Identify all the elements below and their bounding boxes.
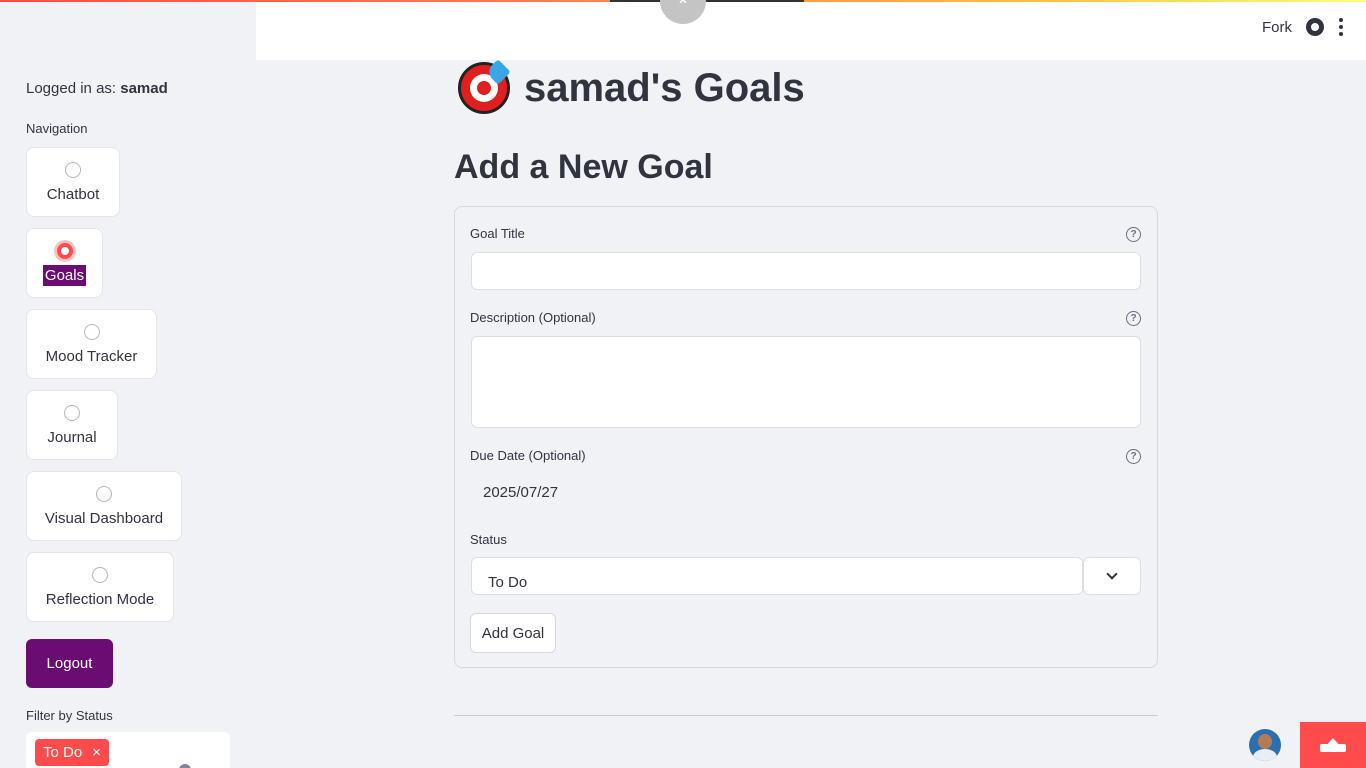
section-title: Add a New Goal: [454, 148, 713, 186]
streamlit-badge[interactable]: [1300, 722, 1366, 768]
help-icon[interactable]: ?: [1126, 311, 1141, 326]
nav-item-chatbot[interactable]: Chatbot: [26, 147, 120, 217]
filter-tag-to-do: To Do ×: [35, 739, 109, 766]
status-select[interactable]: To Do: [471, 557, 1083, 595]
goal-title-input[interactable]: [471, 252, 1141, 290]
github-icon[interactable]: [1306, 18, 1324, 36]
radio-icon[interactable]: [65, 162, 81, 178]
nav-item-label: Chatbot: [46, 186, 100, 203]
direct-hit-target-icon: [458, 59, 511, 114]
nav-item-label: Mood Tracker: [45, 348, 138, 365]
crown-icon: [1320, 738, 1346, 752]
radio-icon[interactable]: [92, 567, 108, 583]
divider: [454, 715, 1158, 716]
nav-item-label: Reflection Mode: [45, 591, 155, 608]
clear-filter-icon[interactable]: [179, 764, 191, 768]
goal-title-label: Goal Title: [470, 226, 525, 241]
radio-icon[interactable]: [96, 486, 112, 502]
help-icon[interactable]: ?: [1126, 227, 1141, 242]
due-date-label: Due Date (Optional): [470, 448, 586, 463]
add-goal-button[interactable]: Add Goal: [470, 613, 556, 653]
nav-item-label: Visual Dashboard: [44, 510, 164, 527]
description-textarea[interactable]: [471, 336, 1141, 428]
chevron-down-icon: [1106, 568, 1118, 580]
user-avatar[interactable]: [1249, 729, 1281, 761]
radio-icon[interactable]: [83, 324, 100, 340]
status-dropdown-toggle[interactable]: [1083, 557, 1141, 595]
status-multiselect[interactable]: To Do ×: [26, 732, 230, 768]
page-title: samad's Goals: [458, 59, 805, 114]
status-label: Status: [470, 532, 507, 547]
logged-in-text: Logged in as: samad: [26, 80, 168, 97]
navigation-label: Navigation: [26, 121, 88, 136]
nav-item-label: Goals: [42, 265, 87, 286]
logout-button[interactable]: Logout: [26, 639, 113, 688]
nav-item-journal[interactable]: Journal: [26, 390, 118, 460]
vertical-dots-icon[interactable]: [1338, 18, 1344, 36]
nav-item-label: Journal: [47, 429, 97, 446]
fork-link[interactable]: Fork: [1262, 19, 1292, 36]
due-date-input[interactable]: 2025/07/27: [483, 484, 558, 501]
nav-item-goals[interactable]: Goals: [26, 228, 103, 298]
add-goal-form: Goal Title ? Description (Optional) ? Du…: [454, 206, 1158, 668]
help-icon[interactable]: ?: [1126, 449, 1141, 464]
nav-item-mood-tracker[interactable]: Mood Tracker: [26, 309, 157, 379]
status-selected-value: To Do: [488, 574, 528, 591]
nav-item-visual-dashboard[interactable]: Visual Dashboard: [26, 471, 182, 541]
remove-tag-icon[interactable]: ×: [92, 744, 101, 761]
sidebar: Logged in as: samad Navigation Chatbot G…: [0, 0, 256, 768]
description-label: Description (Optional): [470, 310, 596, 325]
app-header: Fork: [256, 0, 1366, 60]
chevron-up-icon: ⌃: [676, 0, 690, 15]
radio-selected-icon[interactable]: [56, 243, 73, 259]
page-title-text: samad's Goals: [524, 65, 805, 110]
username: samad: [120, 80, 168, 97]
radio-icon[interactable]: [64, 405, 80, 421]
nav-item-reflection-mode[interactable]: Reflection Mode: [26, 552, 174, 622]
filter-tag-label: To Do: [43, 744, 83, 761]
filter-by-status-label: Filter by Status: [26, 708, 113, 723]
